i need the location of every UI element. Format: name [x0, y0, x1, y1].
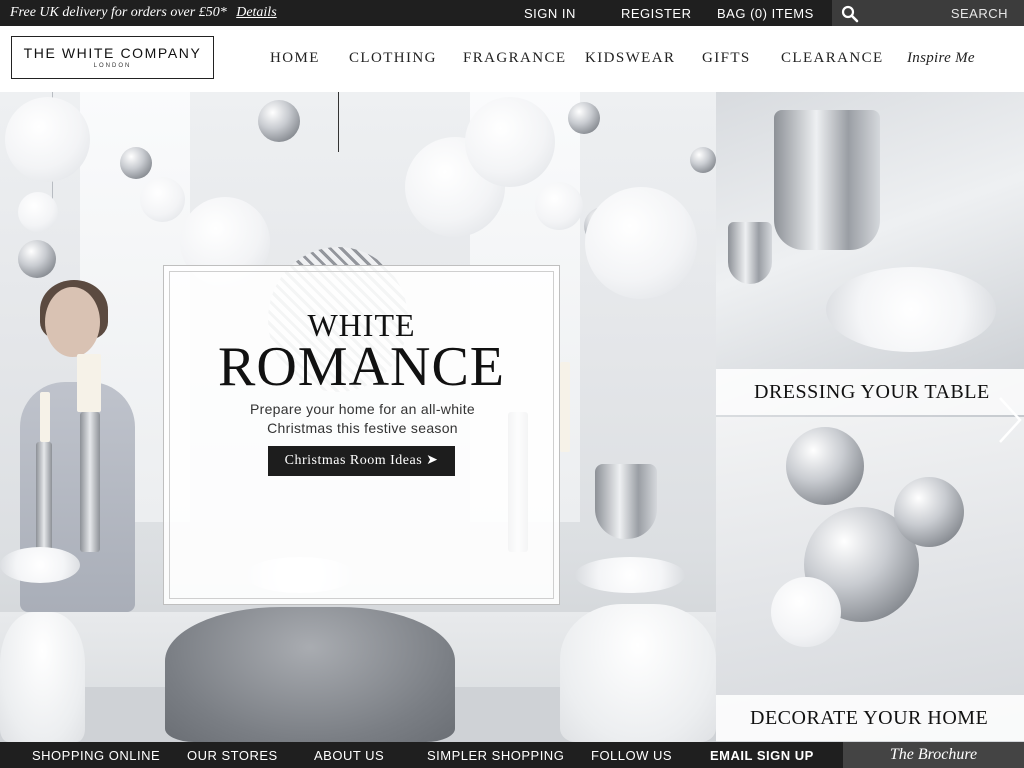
white-sheepskin-chair	[560, 604, 716, 742]
paper-honeycomb-ball	[465, 97, 555, 187]
stacked-plates	[826, 267, 996, 352]
silver-bauble	[786, 427, 864, 505]
silver-candlestick	[80, 412, 100, 552]
white-sheepskin-chair	[0, 612, 85, 742]
paper-honeycomb-ball	[5, 97, 90, 182]
glass-bauble	[140, 177, 185, 222]
brand-city: LONDON	[93, 63, 132, 69]
decorate-your-home-label: DECORATE YOUR HOME	[716, 695, 1024, 741]
dinner-plate	[575, 557, 685, 593]
top-bar: Free UK delivery for orders over £50* De…	[0, 0, 1024, 26]
promo-details-link[interactable]: Details	[236, 5, 276, 20]
hero-subtitle: Prepare your home for an all-white Chris…	[224, 400, 501, 438]
white-candle	[560, 362, 570, 452]
snowflake-bauble	[894, 477, 964, 547]
hero-banner[interactable]: WHITE ROMANCE Prepare your home for an a…	[0, 92, 716, 742]
nav-gifts[interactable]: GIFTS	[702, 50, 751, 67]
paper-honeycomb-ball	[585, 187, 697, 299]
hero-title-line2: ROMANCE	[217, 336, 506, 398]
white-candle	[40, 392, 50, 442]
mercury-glass-candle-holder	[774, 110, 880, 250]
footer-simpler-shopping[interactable]: SIMPLER SHOPPING	[427, 748, 564, 763]
sign-in-link[interactable]: SIGN IN	[524, 6, 576, 21]
decorate-your-home-panel[interactable]: DECORATE YOUR HOME	[716, 417, 1024, 742]
nav-inspire-me[interactable]: Inspire Me	[907, 50, 975, 67]
promo-text: Free UK delivery for orders over £50*	[10, 5, 227, 20]
search-input[interactable]	[868, 3, 1018, 23]
dressing-your-table-label: DRESSING YOUR TABLE	[716, 369, 1024, 415]
mercury-glass-hurricane	[595, 464, 657, 539]
delivery-promo: Free UK delivery for orders over £50* De…	[10, 5, 277, 21]
footer-email-sign-up[interactable]: EMAIL SIGN UP	[710, 748, 814, 763]
search-box[interactable]	[832, 0, 1024, 26]
silver-candlestick	[36, 442, 52, 552]
footer-about-us[interactable]: ABOUT US	[314, 748, 384, 763]
grey-sheepskin-chair	[165, 607, 455, 742]
footer-shopping-online[interactable]: SHOPPING ONLINE	[32, 748, 160, 763]
dressing-your-table-panel[interactable]: DRESSING YOUR TABLE	[716, 92, 1024, 417]
silver-bauble	[258, 100, 300, 142]
chandelier-chain	[338, 92, 339, 152]
glass-bauble	[771, 577, 841, 647]
white-candle	[77, 354, 101, 412]
hero-card: WHITE ROMANCE Prepare your home for an a…	[163, 265, 560, 605]
woman-face	[45, 287, 100, 357]
footer-bar: SHOPPING ONLINE OUR STORES ABOUT US SIMP…	[0, 742, 1024, 768]
silver-bauble	[690, 147, 716, 173]
silver-bauble	[568, 102, 600, 134]
glass-bauble	[18, 192, 58, 232]
footer-follow-us[interactable]: FOLLOW US	[591, 748, 672, 763]
christmas-room-ideas-button[interactable]: Christmas Room Ideas ➤	[268, 446, 455, 476]
header: THE WHITE COMPANY LONDON HOME CLOTHING F…	[0, 26, 1024, 92]
nav-clothing[interactable]: CLOTHING	[349, 50, 437, 67]
silver-bauble	[120, 147, 152, 179]
nav-kidswear[interactable]: KIDSWEAR	[585, 50, 675, 67]
hero-subtitle-line1: Prepare your home for an all-white	[250, 401, 475, 417]
glass-bauble	[535, 182, 583, 230]
register-link[interactable]: REGISTER	[621, 6, 691, 21]
bag-link[interactable]: BAG (0) ITEMS	[717, 6, 814, 21]
dinner-plate	[0, 547, 80, 583]
nav-clearance[interactable]: CLEARANCE	[781, 50, 884, 67]
silver-bauble	[18, 240, 56, 278]
brand-name: THE WHITE COMPANY	[23, 45, 202, 61]
search-icon[interactable]	[841, 5, 859, 23]
brand-logo[interactable]: THE WHITE COMPANY LONDON	[11, 36, 214, 79]
hero-subtitle-line2: Christmas this festive season	[267, 420, 458, 436]
brochure-link[interactable]: The Brochure	[843, 742, 1024, 768]
tealight-holder	[728, 222, 772, 284]
nav-home[interactable]: HOME	[270, 50, 320, 67]
footer-our-stores[interactable]: OUR STORES	[187, 748, 278, 763]
nav-fragrance[interactable]: FRAGRANCE	[463, 50, 566, 67]
chevron-right-icon[interactable]	[994, 390, 1024, 450]
